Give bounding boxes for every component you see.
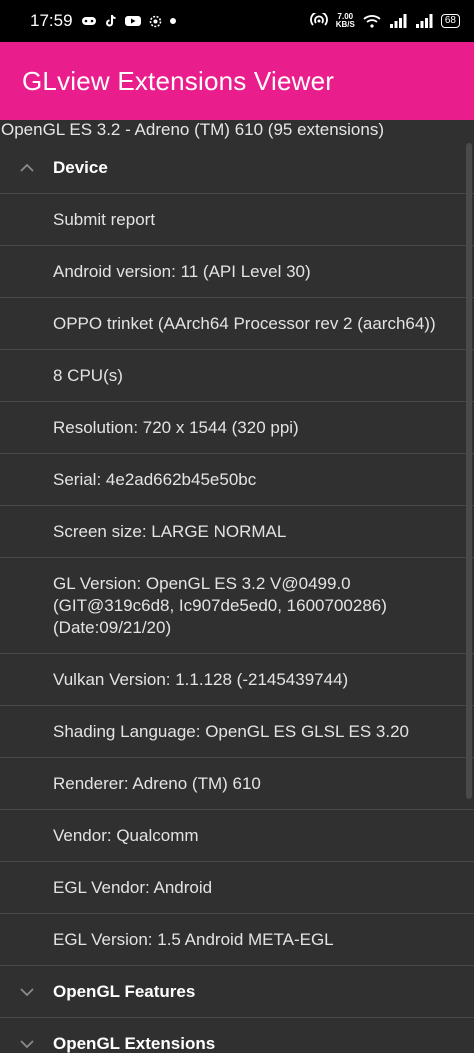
list-item-renderer: Renderer: Adreno (TM) 610 bbox=[0, 758, 474, 810]
status-time: 17:59 bbox=[30, 11, 73, 30]
list-item-egl-vendor: EGL Vendor: Android bbox=[0, 862, 474, 914]
list-item-cpu-count: 8 CPU(s) bbox=[0, 350, 474, 402]
scrollbar[interactable] bbox=[466, 143, 472, 799]
list-item-egl-version: EGL Version: 1.5 Android META-EGL bbox=[0, 914, 474, 966]
chevron-down-icon bbox=[0, 987, 53, 997]
chevron-up-icon bbox=[0, 163, 53, 173]
group-opengl-extensions-label: OpenGL Extensions bbox=[53, 1033, 216, 1053]
group-device-header[interactable]: Device bbox=[0, 142, 474, 194]
list-item-vendor: Vendor: Qualcomm bbox=[0, 810, 474, 862]
list-item-resolution: Resolution: 720 x 1544 (320 ppi) bbox=[0, 402, 474, 454]
gamepad-icon bbox=[81, 15, 97, 27]
list-item-screen-size: Screen size: LARGE NORMAL bbox=[0, 506, 474, 558]
network-speed: 7.00 KB/S bbox=[336, 13, 355, 29]
group-opengl-features-header[interactable]: OpenGL Features bbox=[0, 966, 474, 1018]
list-item-serial: Serial: 4e2ad662b45e50bc bbox=[0, 454, 474, 506]
gl-summary: OpenGL ES 3.2 - Adreno (TM) 610 (95 exte… bbox=[0, 120, 474, 142]
notification-dot-icon bbox=[169, 18, 176, 24]
app-title: GLview Extensions Viewer bbox=[22, 65, 335, 96]
hotspot-icon bbox=[309, 13, 328, 29]
list-item-android-version: Android version: 11 (API Level 30) bbox=[0, 246, 474, 298]
list-item-vulkan-version: Vulkan Version: 1.1.128 (-2145439744) bbox=[0, 654, 474, 706]
group-opengl-features-label: OpenGL Features bbox=[53, 981, 196, 1001]
wifi-icon bbox=[363, 14, 381, 28]
list-item-shading-language: Shading Language: OpenGL ES GLSL ES 3.20 bbox=[0, 706, 474, 758]
battery-indicator: 68 bbox=[440, 14, 460, 28]
signal-icon-1 bbox=[389, 14, 407, 28]
status-bar: 17:59 7.00 KB/S 68 bbox=[0, 0, 474, 42]
list-item-gl-version: GL Version: OpenGL ES 3.2 V@0499.0 (GIT@… bbox=[0, 558, 474, 654]
speed-unit: KB/S bbox=[335, 20, 355, 29]
settings-app-icon bbox=[149, 15, 162, 28]
tiktok-icon bbox=[105, 14, 117, 28]
status-left: 17:59 bbox=[30, 11, 176, 31]
youtube-icon bbox=[124, 15, 141, 27]
status-right: 7.00 KB/S 68 bbox=[309, 13, 460, 29]
group-device-label: Device bbox=[53, 157, 108, 177]
group-opengl-extensions-header[interactable]: OpenGL Extensions bbox=[0, 1018, 474, 1053]
app-bar: GLview Extensions Viewer bbox=[0, 42, 474, 120]
chevron-down-icon bbox=[0, 1039, 53, 1049]
list-item-device-model: OPPO trinket (AArch64 Processor rev 2 (a… bbox=[0, 298, 474, 350]
info-list: Device Submit report Android version: 11… bbox=[0, 142, 474, 1053]
list-item-submit-report[interactable]: Submit report bbox=[0, 194, 474, 246]
signal-icon-2 bbox=[415, 14, 433, 28]
